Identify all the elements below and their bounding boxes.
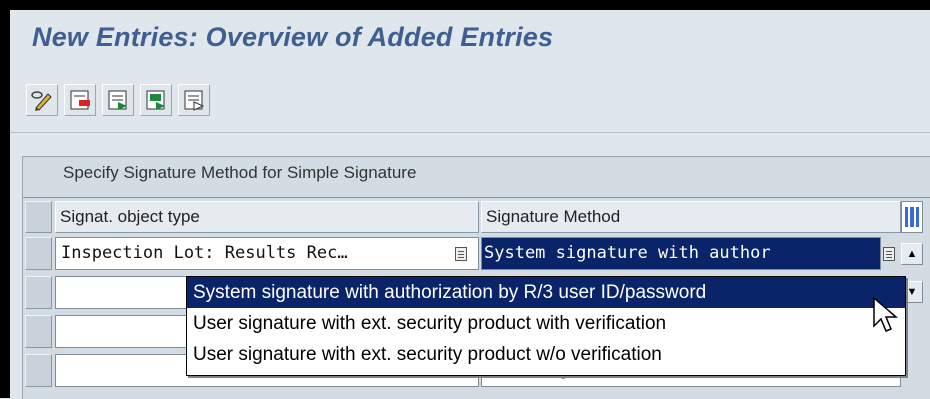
table-caption: Specify Signature Method for Simple Sign… bbox=[63, 163, 417, 182]
toolbar-separator bbox=[10, 132, 930, 133]
window-frame-left bbox=[0, 0, 10, 398]
select-block-icon bbox=[146, 90, 165, 110]
row-selector[interactable] bbox=[25, 237, 52, 270]
display-change-icon bbox=[31, 91, 52, 111]
row-selector[interactable] bbox=[25, 276, 52, 309]
column-settings-icon[interactable] bbox=[901, 201, 923, 233]
caption-divider bbox=[23, 197, 930, 198]
row-selector[interactable] bbox=[25, 315, 52, 348]
signature-method-value: System signature with author bbox=[484, 243, 771, 263]
dropdown-option[interactable]: System signature with authorization by R… bbox=[187, 277, 905, 308]
column-header-object-type[interactable]: Signat. object type bbox=[55, 201, 479, 233]
value-help-icon[interactable] bbox=[455, 247, 467, 261]
display-change-button[interactable] bbox=[26, 84, 58, 116]
row-selector[interactable] bbox=[25, 354, 52, 387]
page-title: New Entries: Overview of Added Entries bbox=[32, 22, 554, 52]
select-all-button[interactable] bbox=[102, 84, 134, 116]
mouse-cursor-icon bbox=[873, 296, 899, 332]
select-all-icon bbox=[108, 90, 127, 110]
value-help-icon[interactable] bbox=[883, 247, 895, 261]
window-frame-top bbox=[0, 0, 930, 10]
table-row-object-type[interactable]: Inspection Lot: Results Rec… bbox=[55, 237, 479, 270]
scroll-up-button[interactable]: ▲ bbox=[901, 243, 923, 265]
delete-row-button[interactable] bbox=[64, 84, 96, 116]
select-all-rows-button[interactable] bbox=[25, 201, 52, 233]
signature-method-field[interactable]: System signature with author bbox=[481, 237, 881, 270]
application-toolbar bbox=[26, 84, 210, 120]
deselect-all-button[interactable] bbox=[178, 84, 210, 116]
deselect-all-icon bbox=[184, 90, 205, 111]
signature-method-dropdown[interactable]: System signature with authorization by R… bbox=[186, 276, 906, 376]
select-block-button[interactable] bbox=[140, 84, 172, 116]
delete-row-icon bbox=[70, 90, 90, 110]
column-header-signature-method[interactable]: Signature Method bbox=[481, 201, 901, 233]
dropdown-option[interactable]: User signature with ext. security produc… bbox=[187, 308, 905, 339]
object-type-value: Inspection Lot: Results Rec… bbox=[61, 243, 348, 263]
dropdown-option[interactable]: User signature with ext. security produc… bbox=[187, 339, 905, 370]
